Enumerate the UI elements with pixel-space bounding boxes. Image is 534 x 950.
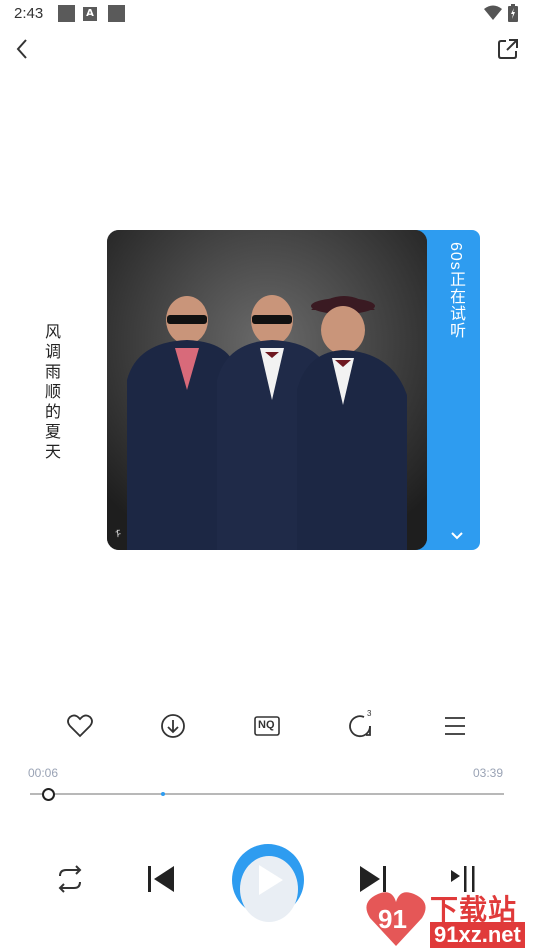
watermark-domain: 91xz.net xyxy=(430,922,525,948)
a-notification-icon: A xyxy=(83,7,97,21)
svg-text:ᠮ: ᠮ xyxy=(115,529,121,541)
notification-icon xyxy=(108,5,125,22)
repeat-count: 3 xyxy=(367,709,372,718)
progress-thumb[interactable] xyxy=(42,788,56,801)
song-title: 风调雨顺的夏天 xyxy=(44,322,61,461)
loop-icon xyxy=(58,865,82,893)
menu-list-icon xyxy=(445,717,465,735)
play-icon xyxy=(259,865,283,895)
wifi-icon xyxy=(484,5,502,20)
svg-text:91: 91 xyxy=(378,904,407,934)
status-time: 2:43 xyxy=(14,5,44,22)
back-button[interactable] xyxy=(14,38,32,60)
download-icon xyxy=(161,714,185,738)
buffer-marker xyxy=(161,792,165,796)
battery-icon xyxy=(508,4,518,22)
notification-icon xyxy=(58,5,75,22)
watermark: 91 下载站 91xz.net xyxy=(362,886,532,948)
chevron-left-icon xyxy=(16,39,27,59)
download-button[interactable] xyxy=(158,711,188,741)
share-button[interactable] xyxy=(497,38,519,60)
album-cover: ᠮ xyxy=(107,230,427,550)
heart-icon xyxy=(67,714,93,738)
trial-label: 60s正在试听 xyxy=(447,242,464,339)
album-cover-image: ᠮ xyxy=(107,230,427,550)
total-time: 03:39 xyxy=(473,766,504,780)
progress-track[interactable] xyxy=(30,793,504,795)
favorite-button[interactable] xyxy=(65,711,95,741)
skip-previous-icon xyxy=(148,866,174,892)
quality-label: NQ xyxy=(258,719,275,731)
playlist-button[interactable] xyxy=(440,711,470,741)
repeat-circle-icon xyxy=(349,715,371,738)
share-icon xyxy=(498,39,518,59)
watermark-logo-icon: 91 xyxy=(366,892,426,946)
current-time: 00:06 xyxy=(28,766,59,780)
repeat-count-button[interactable]: 3 xyxy=(346,709,376,741)
chevron-down-icon[interactable] xyxy=(450,531,464,541)
loop-mode-button[interactable] xyxy=(52,862,88,900)
quality-button[interactable]: NQ xyxy=(252,711,282,741)
previous-button[interactable] xyxy=(144,862,178,900)
